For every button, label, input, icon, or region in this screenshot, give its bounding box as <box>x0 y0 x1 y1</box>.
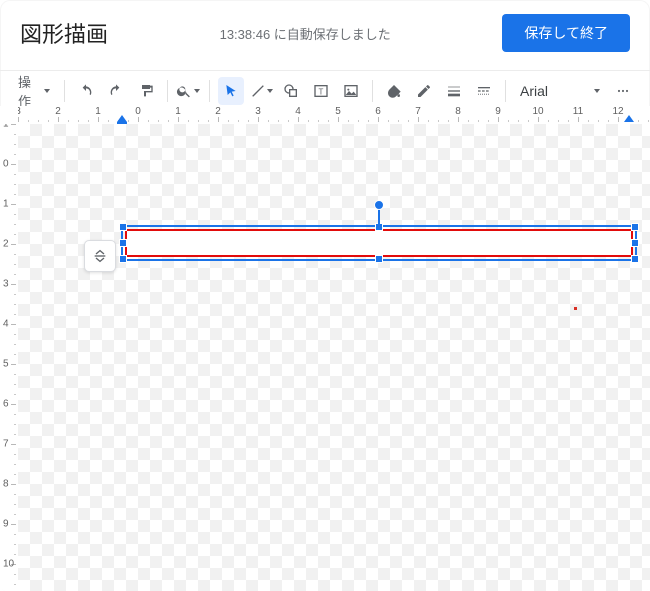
chevron-down-icon <box>594 89 600 93</box>
resize-handle[interactable] <box>119 255 127 263</box>
ruler-corner <box>0 106 18 124</box>
separator <box>209 80 210 102</box>
indent-left-marker[interactable] <box>117 115 127 122</box>
resize-handle[interactable] <box>631 255 639 263</box>
more-tools-button[interactable] <box>610 77 636 105</box>
dialog-title: 図形描画 <box>20 17 108 49</box>
textbox-tool-button[interactable]: T <box>308 77 334 105</box>
vertical-ruler[interactable]: 10123456789101112 <box>0 124 18 591</box>
indent-right-marker[interactable] <box>624 115 634 122</box>
shape-tool-button[interactable] <box>278 77 304 105</box>
selected-shape[interactable] <box>121 225 637 261</box>
resize-handle[interactable] <box>631 239 639 247</box>
image-tool-button[interactable] <box>338 77 364 105</box>
autosave-status: 13:38:46 に自動保存しました <box>108 24 502 43</box>
actions-menu[interactable]: 操作 <box>14 77 56 105</box>
font-selector[interactable]: Arial <box>514 78 606 104</box>
border-color-button[interactable] <box>411 77 437 105</box>
separator <box>64 80 65 102</box>
cursor-dot <box>574 307 577 310</box>
separator <box>167 80 168 102</box>
vertical-align-widget[interactable] <box>84 240 116 272</box>
chevron-down-icon <box>44 89 50 93</box>
separator <box>372 80 373 102</box>
line-tool-button[interactable] <box>248 77 274 105</box>
resize-handle[interactable] <box>119 223 127 231</box>
fill-color-button[interactable] <box>381 77 407 105</box>
chevron-down-icon <box>267 89 273 93</box>
svg-text:T: T <box>319 87 324 96</box>
separator <box>505 80 506 102</box>
redo-button[interactable] <box>103 77 129 105</box>
paint-format-button[interactable] <box>133 77 159 105</box>
undo-button[interactable] <box>73 77 99 105</box>
dialog-header: 図形描画 13:38:46 に自動保存しました 保存して終了 <box>0 0 650 70</box>
resize-handle[interactable] <box>119 239 127 247</box>
select-tool-button[interactable] <box>218 77 244 105</box>
shape-rectangle[interactable] <box>125 229 633 257</box>
actions-menu-label: 操作 <box>18 72 39 110</box>
toolbar: 操作 T <box>0 71 650 111</box>
drawing-dialog: 図形描画 13:38:46 に自動保存しました 保存して終了 操作 <box>0 0 650 591</box>
horizontal-ruler[interactable]: 321012345678910111213141516 <box>18 106 650 124</box>
save-and-close-button[interactable]: 保存して終了 <box>502 14 630 52</box>
chevron-down-icon <box>194 89 200 93</box>
font-name-label: Arial <box>520 83 548 99</box>
resize-handle[interactable] <box>375 255 383 263</box>
zoom-button[interactable] <box>175 77 201 105</box>
border-weight-button[interactable] <box>441 77 467 105</box>
resize-handle[interactable] <box>631 223 639 231</box>
drawing-canvas[interactable] <box>18 124 650 591</box>
rotate-handle[interactable] <box>374 200 384 210</box>
border-dash-button[interactable] <box>471 77 497 105</box>
work-area: 321012345678910111213141516 101234567891… <box>0 106 650 591</box>
